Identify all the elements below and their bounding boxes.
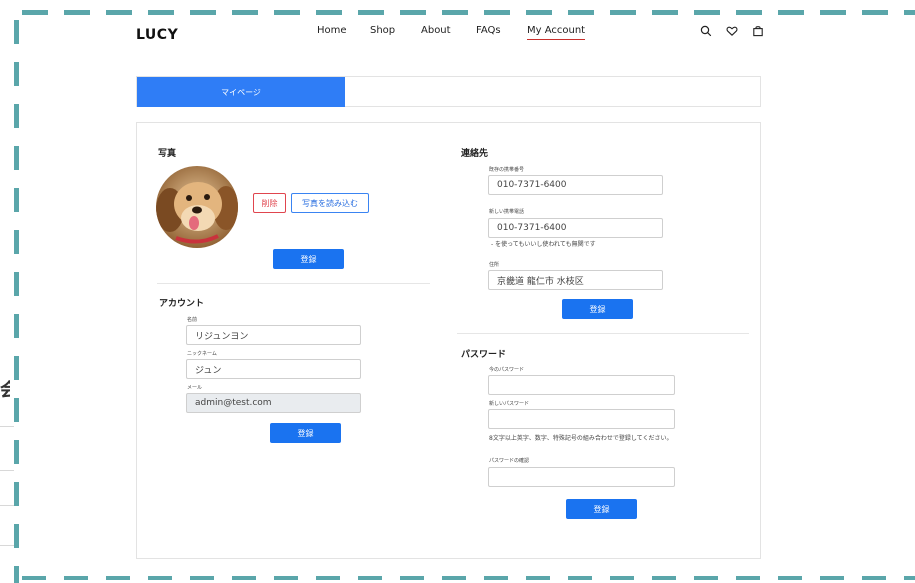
new-phone-label: 新しい携帯電話 <box>489 209 525 215</box>
dashed-overlay-left <box>14 20 19 583</box>
confirm-password-field[interactable] <box>488 467 675 487</box>
profile-avatar <box>156 166 238 248</box>
brand-logo[interactable]: LUCY <box>136 27 178 43</box>
dog-photo-image <box>156 166 238 248</box>
password-section-title: パスワード <box>461 350 507 360</box>
current-phone-field[interactable]: 010-7371-6400 <box>488 175 663 195</box>
delete-photo-button[interactable]: 削除 <box>253 193 286 213</box>
new-password-label: 新しいパスワード <box>489 401 530 407</box>
contact-section-title: 連絡先 <box>461 149 489 159</box>
confirm-password-label: パスワードの確認 <box>489 458 530 464</box>
nav-shop[interactable]: Shop <box>370 25 395 36</box>
photo-section-title: 写真 <box>158 149 177 159</box>
account-submit-button[interactable]: 登録 <box>270 423 341 443</box>
background-divider <box>0 505 14 506</box>
current-password-label: 今のパスワード <box>489 367 525 373</box>
mypage-tabbar: マイページ <box>136 76 761 107</box>
address-field[interactable]: 京畿道 龍仁市 水枝区 <box>488 270 663 290</box>
shopping-bag-icon[interactable] <box>751 24 765 38</box>
contact-submit-button[interactable]: 登録 <box>562 299 633 319</box>
address-label: 住所 <box>489 262 500 268</box>
nav-about[interactable]: About <box>421 25 451 36</box>
nav-faqs[interactable]: FAQs <box>476 25 501 36</box>
phone-hint: - を使ってもいいし使われても無関です <box>491 241 596 248</box>
account-section-title: アカウント <box>159 299 205 309</box>
background-divider <box>0 426 14 427</box>
background-peek-text: 会員 <box>0 380 10 401</box>
background-divider <box>0 470 14 471</box>
heart-icon[interactable] <box>725 24 739 38</box>
new-password-field[interactable] <box>488 409 675 429</box>
new-phone-field[interactable]: 010-7371-6400 <box>488 218 663 238</box>
dashed-overlay-bottom <box>22 576 915 580</box>
email-field: admin@test.com <box>186 393 361 413</box>
upload-photo-button[interactable]: 写真を読み込む <box>291 193 369 213</box>
current-password-field[interactable] <box>488 375 675 395</box>
page: 会員 LUCY Home Shop About FAQs My Account … <box>0 0 915 583</box>
nav-my-account[interactable]: My Account <box>527 25 586 40</box>
background-divider <box>0 545 14 546</box>
photo-submit-button[interactable]: 登録 <box>273 249 344 269</box>
section-divider <box>157 283 430 284</box>
search-icon[interactable] <box>699 24 713 38</box>
current-phone-label: 既存の携帯番号 <box>489 167 525 173</box>
password-submit-button[interactable]: 登録 <box>566 499 637 519</box>
nickname-label: ニックネーム <box>187 351 217 357</box>
password-hint: 8文字以上英字、数字、特殊記号の組み合わせで登録してください。 <box>489 435 673 442</box>
tab-mypage[interactable]: マイページ <box>137 77 345 107</box>
name-label: 名前 <box>187 317 198 323</box>
name-field[interactable]: リジュンヨン <box>186 325 361 345</box>
section-divider <box>457 333 749 334</box>
dashed-overlay-top <box>22 10 915 15</box>
nav-home[interactable]: Home <box>317 25 347 36</box>
nickname-field[interactable]: ジュン <box>186 359 361 379</box>
email-label: メール <box>187 385 203 391</box>
